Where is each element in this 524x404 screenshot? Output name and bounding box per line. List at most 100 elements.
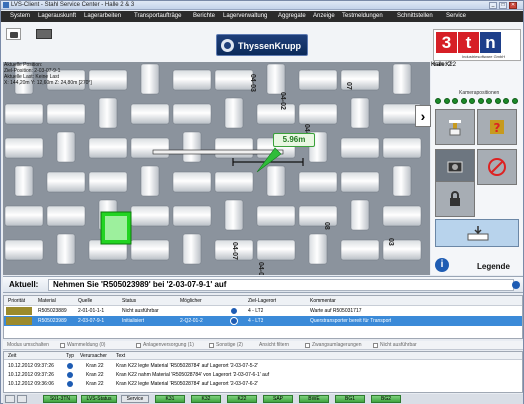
log-row[interactable]: 10.12.2012 09:37:26 Kran 22 Kran K22 nah…: [4, 371, 522, 379]
coil[interactable]: [350, 97, 370, 129]
coil[interactable]: [130, 239, 170, 261]
col-kommentar[interactable]: Kommentar: [310, 296, 336, 306]
menu-schnittstellen[interactable]: Schnittstellen: [397, 13, 433, 19]
status-k31[interactable]: K31: [155, 395, 185, 403]
warn-filter[interactable]: Warnmeldung (0): [67, 342, 105, 348]
status-sap[interactable]: SAP: [263, 395, 293, 403]
log-col-verursacher[interactable]: Verursacher: [80, 352, 107, 360]
forced-filter[interactable]: Zwangsumlagerungen: [312, 342, 361, 348]
supply-checkbox[interactable]: [136, 343, 141, 348]
transfer-tile[interactable]: [435, 219, 519, 247]
status-bwe[interactable]: BWE: [299, 395, 329, 403]
coil[interactable]: [4, 239, 44, 261]
coil[interactable]: [298, 205, 338, 227]
camera-position-dot[interactable]: [477, 98, 484, 104]
coil[interactable]: [224, 199, 244, 231]
col-status[interactable]: Status: [122, 296, 136, 306]
menu-aggregate[interactable]: Aggregate: [278, 13, 306, 19]
coil[interactable]: [382, 205, 422, 227]
minimize-button[interactable]: _: [489, 2, 497, 9]
coil[interactable]: [172, 171, 212, 193]
col-quelle[interactable]: Quelle: [78, 296, 92, 306]
status-service[interactable]: Service: [121, 395, 149, 403]
supply-filter[interactable]: Anlagenversorgung (1): [143, 342, 194, 348]
table-row-selected[interactable]: R505023989 2-03-07-9-1 Initialisiert 2-Q…: [4, 316, 522, 326]
info-icon[interactable]: i: [435, 258, 449, 272]
log-col-typ[interactable]: Typ: [66, 352, 74, 360]
coil[interactable]: [172, 103, 212, 125]
camera-position-dot[interactable]: [469, 98, 475, 104]
menu-system[interactable]: System: [10, 13, 30, 19]
menu-testmeldungen[interactable]: Testmeldungen: [342, 13, 383, 19]
coil[interactable]: [224, 97, 244, 129]
coil[interactable]: [130, 205, 170, 227]
coil[interactable]: [392, 63, 412, 95]
camera-tile[interactable]: [435, 149, 475, 185]
log-row[interactable]: 10.12.2012 09:36:06 Kran 22 Kran K22 leg…: [4, 380, 522, 388]
status-s01-3tn[interactable]: S01-3TN: [43, 395, 77, 403]
coil[interactable]: [130, 137, 170, 159]
coil[interactable]: [88, 171, 128, 193]
coil[interactable]: [350, 199, 370, 231]
menu-anzeige[interactable]: Anzeige: [313, 13, 335, 19]
coil[interactable]: [46, 103, 86, 125]
log-row[interactable]: 10.12.2012 09:37:26 Kran 22 Kran K22 leg…: [4, 362, 522, 370]
lock-tile[interactable]: [435, 181, 475, 217]
coil[interactable]: [56, 233, 76, 265]
col-prioritaet[interactable]: Priorität: [8, 296, 25, 306]
coil[interactable]: [46, 171, 86, 193]
coil[interactable]: [298, 171, 338, 193]
coil[interactable]: [182, 131, 202, 163]
not-executable-filter[interactable]: Nicht ausführbar: [380, 342, 417, 348]
menu-transportauftraege[interactable]: Transportaufträge: [134, 13, 181, 19]
help-icon[interactable]: [512, 281, 520, 289]
menu-service[interactable]: Service: [446, 13, 466, 19]
map-nav-arrow[interactable]: ›: [415, 105, 431, 127]
coil[interactable]: [308, 233, 328, 265]
status-window-icon[interactable]: [17, 395, 27, 403]
coil[interactable]: [256, 103, 296, 125]
unknown-load-tile[interactable]: ?: [477, 109, 517, 145]
coil[interactable]: [98, 97, 118, 129]
coil[interactable]: [214, 137, 254, 159]
camera-position-dot[interactable]: [494, 98, 501, 104]
camera-position-dot[interactable]: [511, 98, 518, 104]
coil[interactable]: [130, 103, 170, 125]
menu-lagerarbeiten[interactable]: Lagerarbeiten: [84, 13, 121, 19]
coil[interactable]: [46, 205, 86, 227]
menu-berichte[interactable]: Berichte: [193, 13, 215, 19]
status-menu-icon[interactable]: [5, 395, 15, 403]
other-filter[interactable]: Sonstige (2): [216, 342, 243, 348]
status-k22[interactable]: K22: [227, 395, 257, 403]
camera-position-dot[interactable]: [452, 98, 458, 104]
coil[interactable]: [4, 205, 44, 227]
coil[interactable]: [340, 137, 380, 159]
status-bg1[interactable]: BG1: [335, 395, 365, 403]
coil[interactable]: [340, 171, 380, 193]
status-k32[interactable]: K32: [191, 395, 221, 403]
camera-position-dot[interactable]: [460, 98, 467, 104]
warehouse-map[interactable]: 04-0304-0204-0107080304-0704-08: [3, 62, 430, 275]
status-lvs[interactable]: LVS-Status: [81, 395, 117, 403]
close-button[interactable]: ✕: [509, 2, 517, 9]
coil[interactable]: [4, 103, 44, 125]
other-checkbox[interactable]: [209, 343, 214, 348]
coil[interactable]: [340, 239, 380, 261]
keyboard-icon[interactable]: [36, 29, 52, 39]
status-bg2[interactable]: BG2: [371, 395, 401, 403]
coil[interactable]: [56, 131, 76, 163]
camera-position-dot[interactable]: [503, 98, 509, 104]
camera-icon[interactable]: [6, 28, 21, 40]
log-col-text[interactable]: Text: [116, 352, 125, 360]
legend-label[interactable]: Legende: [477, 262, 510, 271]
coil[interactable]: [266, 165, 286, 197]
stop-tile[interactable]: [477, 149, 517, 185]
coil[interactable]: [172, 205, 212, 227]
coil[interactable]: [214, 171, 254, 193]
view-filter[interactable]: Ansicht filtern: [259, 342, 289, 348]
camera-position-dot[interactable]: [443, 98, 450, 104]
menu-lagerauskunft[interactable]: Lagerauskunft: [38, 13, 76, 19]
camera-position-dot[interactable]: [435, 98, 441, 104]
menu-lagerverwaltung[interactable]: Lagerverwaltung: [223, 13, 267, 19]
coil[interactable]: [4, 137, 44, 159]
